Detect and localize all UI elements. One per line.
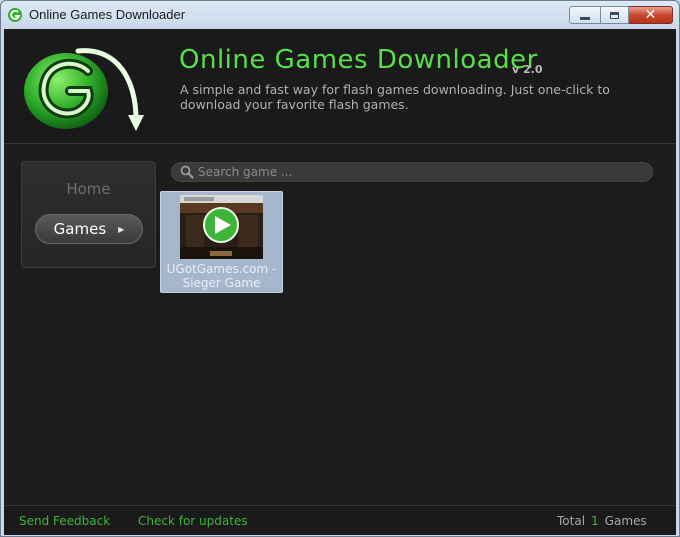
game-tile[interactable]: UGotGames.com - Sieger Game [160,191,283,293]
app-window: Online Games Downloader ✕ Online Games D… [0,0,680,537]
version-label: v 2.0 [512,63,543,76]
game-thumbnail [180,195,263,259]
minimize-icon [580,16,590,20]
app-title: Online Games Downloader [179,45,538,75]
close-icon: ✕ [644,7,657,23]
total-label: Total [557,514,586,528]
status-bar: Send Feedback Check for updates Total 1 Ga… [4,505,676,535]
window-title: Online Games Downloader [29,7,186,22]
nav-item-home[interactable]: Home [22,180,155,198]
check-updates-link[interactable]: Check for updates [138,514,248,528]
game-title: UGotGames.com - Sieger Game [166,262,277,290]
games-label: Games [604,514,647,528]
maximize-icon [610,11,619,19]
total-count: 1 [591,514,599,528]
title-bar[interactable]: Online Games Downloader ✕ [1,1,679,29]
minimize-button[interactable] [569,6,601,24]
app-tagline: A simple and fast way for flash games do… [180,82,610,112]
maximize-button[interactable] [601,6,629,24]
chevron-right-icon: ▶ [118,224,125,234]
send-feedback-link[interactable]: Send Feedback [19,514,110,528]
nav-panel: Home Games ▶ [21,161,156,268]
search-placeholder: Search game ... [198,165,293,179]
nav-item-games[interactable]: Games ▶ [35,214,143,244]
app-header: Online Games Downloader v 2.0 A simple a… [4,29,676,144]
close-button[interactable]: ✕ [629,6,673,24]
g-logo-icon [8,8,22,22]
search-input[interactable]: Search game ... [171,162,653,182]
nav-item-label: Games [53,220,107,238]
total-games-status: Total 1 Games [557,514,647,528]
g-logo-icon [24,48,144,131]
client-area: Online Games Downloader v 2.0 A simple a… [4,29,676,535]
search-icon [180,165,194,179]
